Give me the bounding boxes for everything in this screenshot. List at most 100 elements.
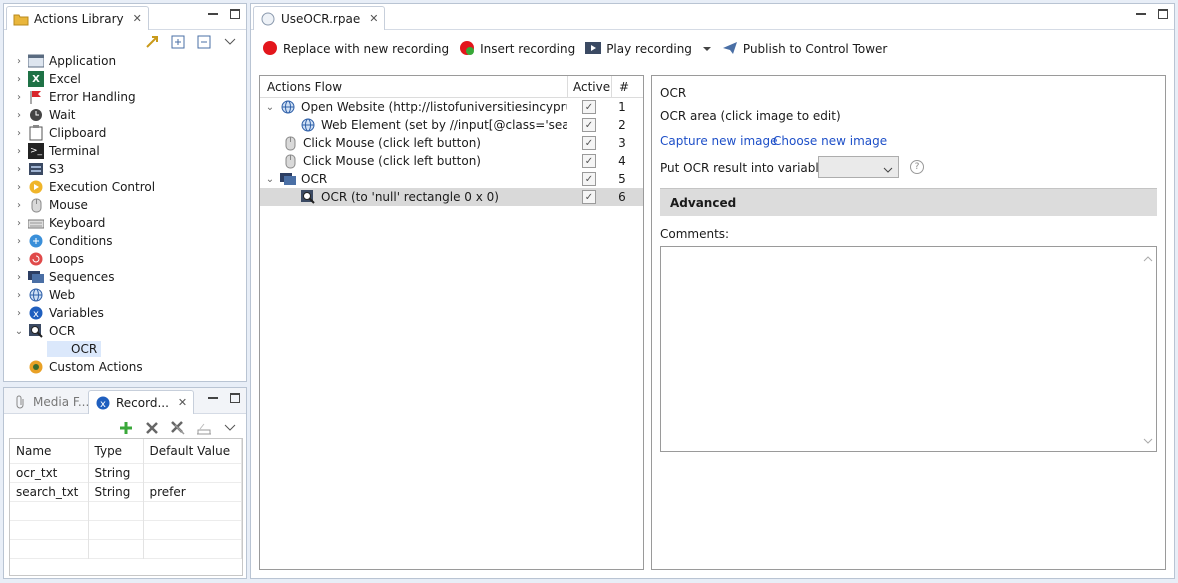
table-row[interactable]: search_txt String prefer [10,482,242,501]
insert-recording-button[interactable]: Insert recording [459,40,575,59]
column-header-type[interactable]: Type [88,439,144,463]
table-row[interactable]: ocr_txt String [10,463,242,482]
close-icon[interactable]: ✕ [369,12,378,25]
scroll-down-icon[interactable] [1143,433,1153,447]
maximize-icon[interactable] [1158,9,1168,19]
cell-default[interactable]: prefer [143,482,242,501]
active-checkbox[interactable]: ✓ [582,118,596,132]
chevron-right-icon[interactable]: › [10,200,28,211]
tree-item-execution-control[interactable]: › Execution Control [10,178,246,196]
chevron-right-icon[interactable]: › [10,182,28,193]
flow-row-3[interactable]: Click Mouse (click left button) ✓ 3 [260,134,643,152]
tree-item-keyboard[interactable]: › Keyboard [10,214,246,232]
flow-row-6[interactable]: OCR (to 'null' rectangle 0 x 0) ✓ 6 [260,188,643,206]
choose-new-image-link[interactable]: Choose new image [773,134,887,148]
chevron-right-icon[interactable]: › [10,272,28,283]
tree-item-error-handling[interactable]: › Error Handling [10,88,246,106]
capture-new-image-link[interactable]: Capture new image [660,134,778,148]
tree-item-sequences[interactable]: › Sequences [10,268,246,286]
publish-button[interactable]: Publish to Control Tower [722,41,887,58]
tab-media-files[interactable]: Media F... [6,390,95,414]
result-variable-select[interactable] [818,156,899,178]
tree-item-clipboard[interactable]: › Clipboard [10,124,246,142]
flow-row-4[interactable]: Click Mouse (click left button) ✓ 4 [260,152,643,170]
flow-row-1[interactable]: ⌄ Open Website (http://listofuniversitie… [260,98,643,116]
tab-useocr[interactable]: UseOCR.rpae ✕ [253,6,386,30]
active-checkbox[interactable]: ✓ [582,100,596,114]
delete-variable-icon[interactable] [144,420,160,436]
minimize-icon[interactable] [208,9,218,15]
chevron-right-icon[interactable]: › [10,164,28,175]
table-row[interactable] [10,501,242,520]
cell-name[interactable]: ocr_txt [10,463,89,482]
chevron-right-icon[interactable]: › [10,254,28,265]
play-dropdown-button[interactable] [702,42,712,56]
chevron-right-icon[interactable]: › [10,110,28,121]
replace-recording-button[interactable]: Replace with new recording [262,40,449,59]
tree-item-ocr[interactable]: ⌄ OCR [10,322,246,340]
tree-item-variables[interactable]: › x Variables [10,304,246,322]
tree-item-ocr-child[interactable]: OCR [10,340,246,358]
view-menu-icon[interactable] [222,420,238,436]
tree-item-terminal[interactable]: › >_ Terminal [10,142,246,160]
play-recording-button[interactable]: Play recording [585,41,692,58]
scroll-up-icon[interactable] [1143,251,1153,265]
chevron-down-icon[interactable]: ⌄ [10,326,28,337]
tree-item-s3[interactable]: › S3 [10,160,246,178]
cell-type[interactable]: String [88,463,144,482]
tree-item-excel[interactable]: › X Excel [10,70,246,88]
tree-item-web[interactable]: › Web [10,286,246,304]
export-icon[interactable] [196,420,212,436]
tree-item-loops[interactable]: › Loops [10,250,246,268]
close-icon[interactable]: ✕ [133,12,142,25]
minimize-icon[interactable] [208,393,218,399]
chevron-right-icon[interactable]: › [10,92,28,103]
minimize-icon[interactable] [1136,9,1146,15]
add-variable-icon[interactable] [118,420,134,436]
maximize-icon[interactable] [230,393,240,403]
chevron-right-icon[interactable]: › [10,128,28,139]
maximize-icon[interactable] [230,9,240,19]
delete-all-icon[interactable] [170,420,186,436]
header-active[interactable]: Active [573,80,610,94]
chevron-right-icon[interactable]: › [10,236,28,247]
chevron-down-icon[interactable]: ⌄ [260,174,280,185]
tree-item-application[interactable]: › Application [10,52,246,70]
active-checkbox[interactable]: ✓ [582,172,596,186]
tab-actions-library[interactable]: Actions Library ✕ [6,6,149,30]
table-row[interactable] [10,539,242,558]
comments-textarea[interactable] [660,246,1157,452]
close-icon[interactable]: ✕ [178,396,187,409]
collapse-all-icon[interactable] [196,34,212,50]
column-header-name[interactable]: Name [10,439,89,463]
chevron-down-icon[interactable]: ⌄ [260,102,280,113]
active-checkbox[interactable]: ✓ [582,190,596,204]
view-menu-icon[interactable] [222,34,238,50]
cell-default[interactable] [143,463,242,482]
active-checkbox[interactable]: ✓ [582,136,596,150]
column-header-default-value[interactable]: Default Value [143,439,242,463]
chevron-right-icon[interactable]: › [10,146,28,157]
tree-item-mouse[interactable]: › Mouse [10,196,246,214]
expand-all-icon[interactable] [170,34,186,50]
chevron-right-icon[interactable]: › [10,218,28,229]
cell-name[interactable]: search_txt [10,482,89,501]
collapse-expand-icon[interactable] [144,34,160,50]
tab-recordings[interactable]: x Record... ✕ [88,390,195,414]
help-icon[interactable]: ? [910,160,924,174]
chevron-right-icon[interactable]: › [10,290,28,301]
chevron-right-icon[interactable]: › [10,308,28,319]
chevron-right-icon[interactable]: › [10,74,28,85]
tree-item-conditions[interactable]: › Conditions [10,232,246,250]
header-actions-flow[interactable]: Actions Flow [267,80,342,94]
active-checkbox[interactable]: ✓ [582,154,596,168]
chevron-right-icon[interactable]: › [10,56,28,67]
tree-item-wait[interactable]: › Wait [10,106,246,124]
advanced-section[interactable]: Advanced [660,188,1157,216]
table-row[interactable] [10,520,242,539]
flow-row-2[interactable]: Web Element (set by //input[@class='sear… [260,116,643,134]
flow-row-5[interactable]: ⌄ OCR ✓ 5 [260,170,643,188]
scrollbar[interactable] [1140,247,1156,451]
tree-item-custom-actions[interactable]: Custom Actions [10,358,246,376]
cell-type[interactable]: String [88,482,144,501]
